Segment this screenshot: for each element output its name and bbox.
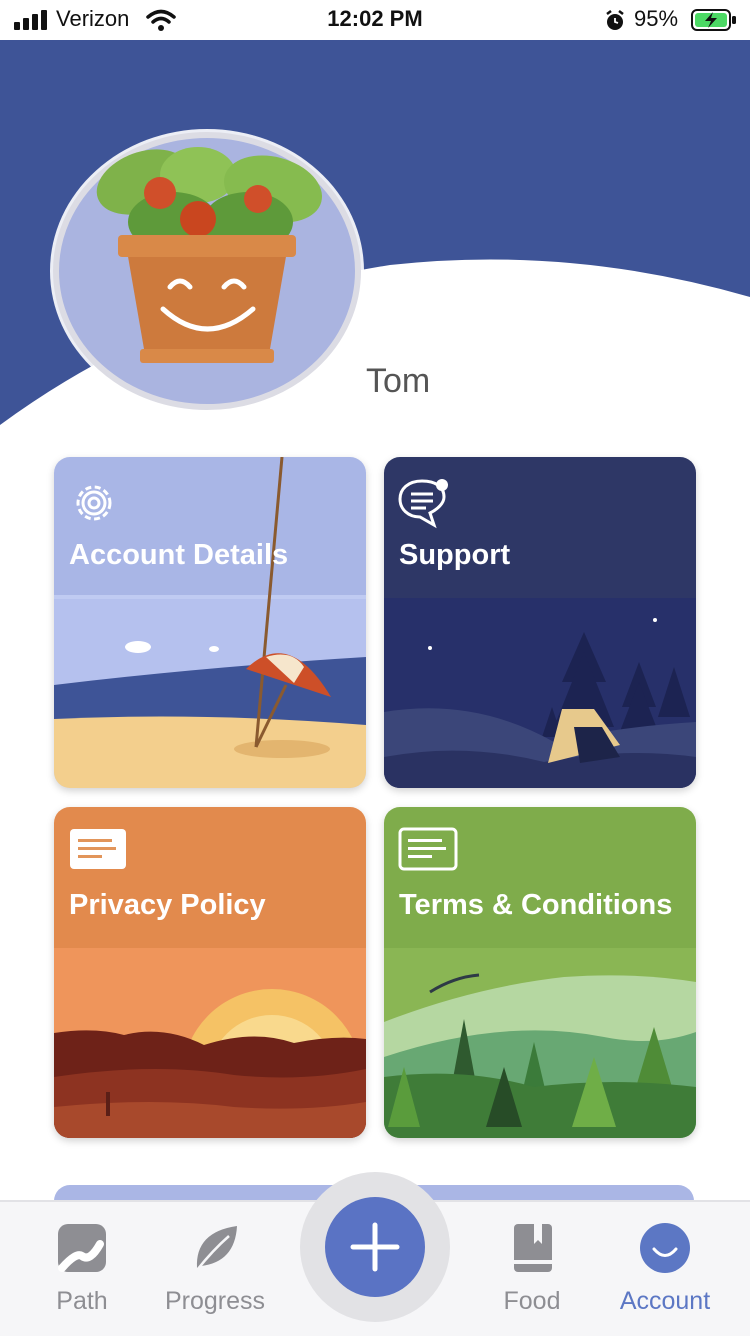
battery-icon — [691, 9, 736, 31]
tab-food[interactable]: Food — [482, 1222, 582, 1316]
book-icon — [514, 1224, 552, 1272]
smile-icon — [640, 1223, 690, 1273]
leaf-icon — [196, 1226, 237, 1271]
tab-path[interactable]: Path — [32, 1222, 132, 1316]
battery-percent: 95% — [634, 6, 679, 31]
tab-food-label: Food — [503, 1287, 561, 1315]
tab-account[interactable]: Account — [610, 1222, 720, 1316]
chat-bubble-icon — [398, 479, 448, 529]
alarm-icon — [606, 10, 624, 30]
plus-icon — [350, 1222, 400, 1272]
privacy-policy-label: Privacy Policy — [69, 889, 266, 921]
account-details-label: Account Details — [69, 539, 289, 571]
tab-progress-label: Progress — [164, 1287, 266, 1315]
account-details-card[interactable]: Account Details — [54, 457, 366, 788]
tab-path-label: Path — [56, 1287, 108, 1315]
tab-progress[interactable]: Progress — [160, 1222, 270, 1316]
add-button[interactable] — [325, 1197, 425, 1297]
status-bar: Verizon 12:02 PM 95% — [0, 0, 750, 40]
avatar[interactable] — [48, 127, 366, 415]
tab-account-label: Account — [619, 1287, 711, 1315]
support-card[interactable]: Support — [384, 457, 696, 788]
document-icon — [398, 827, 458, 871]
support-label: Support — [399, 539, 511, 571]
profile-name: Tom — [366, 362, 431, 400]
gear-icon — [76, 485, 112, 521]
terms-conditions-card[interactable]: Terms & Conditions — [384, 807, 696, 1138]
document-icon — [70, 829, 126, 869]
privacy-policy-card[interactable]: Privacy Policy — [54, 807, 366, 1138]
path-icon — [58, 1224, 106, 1272]
terms-conditions-label: Terms & Conditions — [399, 889, 673, 921]
